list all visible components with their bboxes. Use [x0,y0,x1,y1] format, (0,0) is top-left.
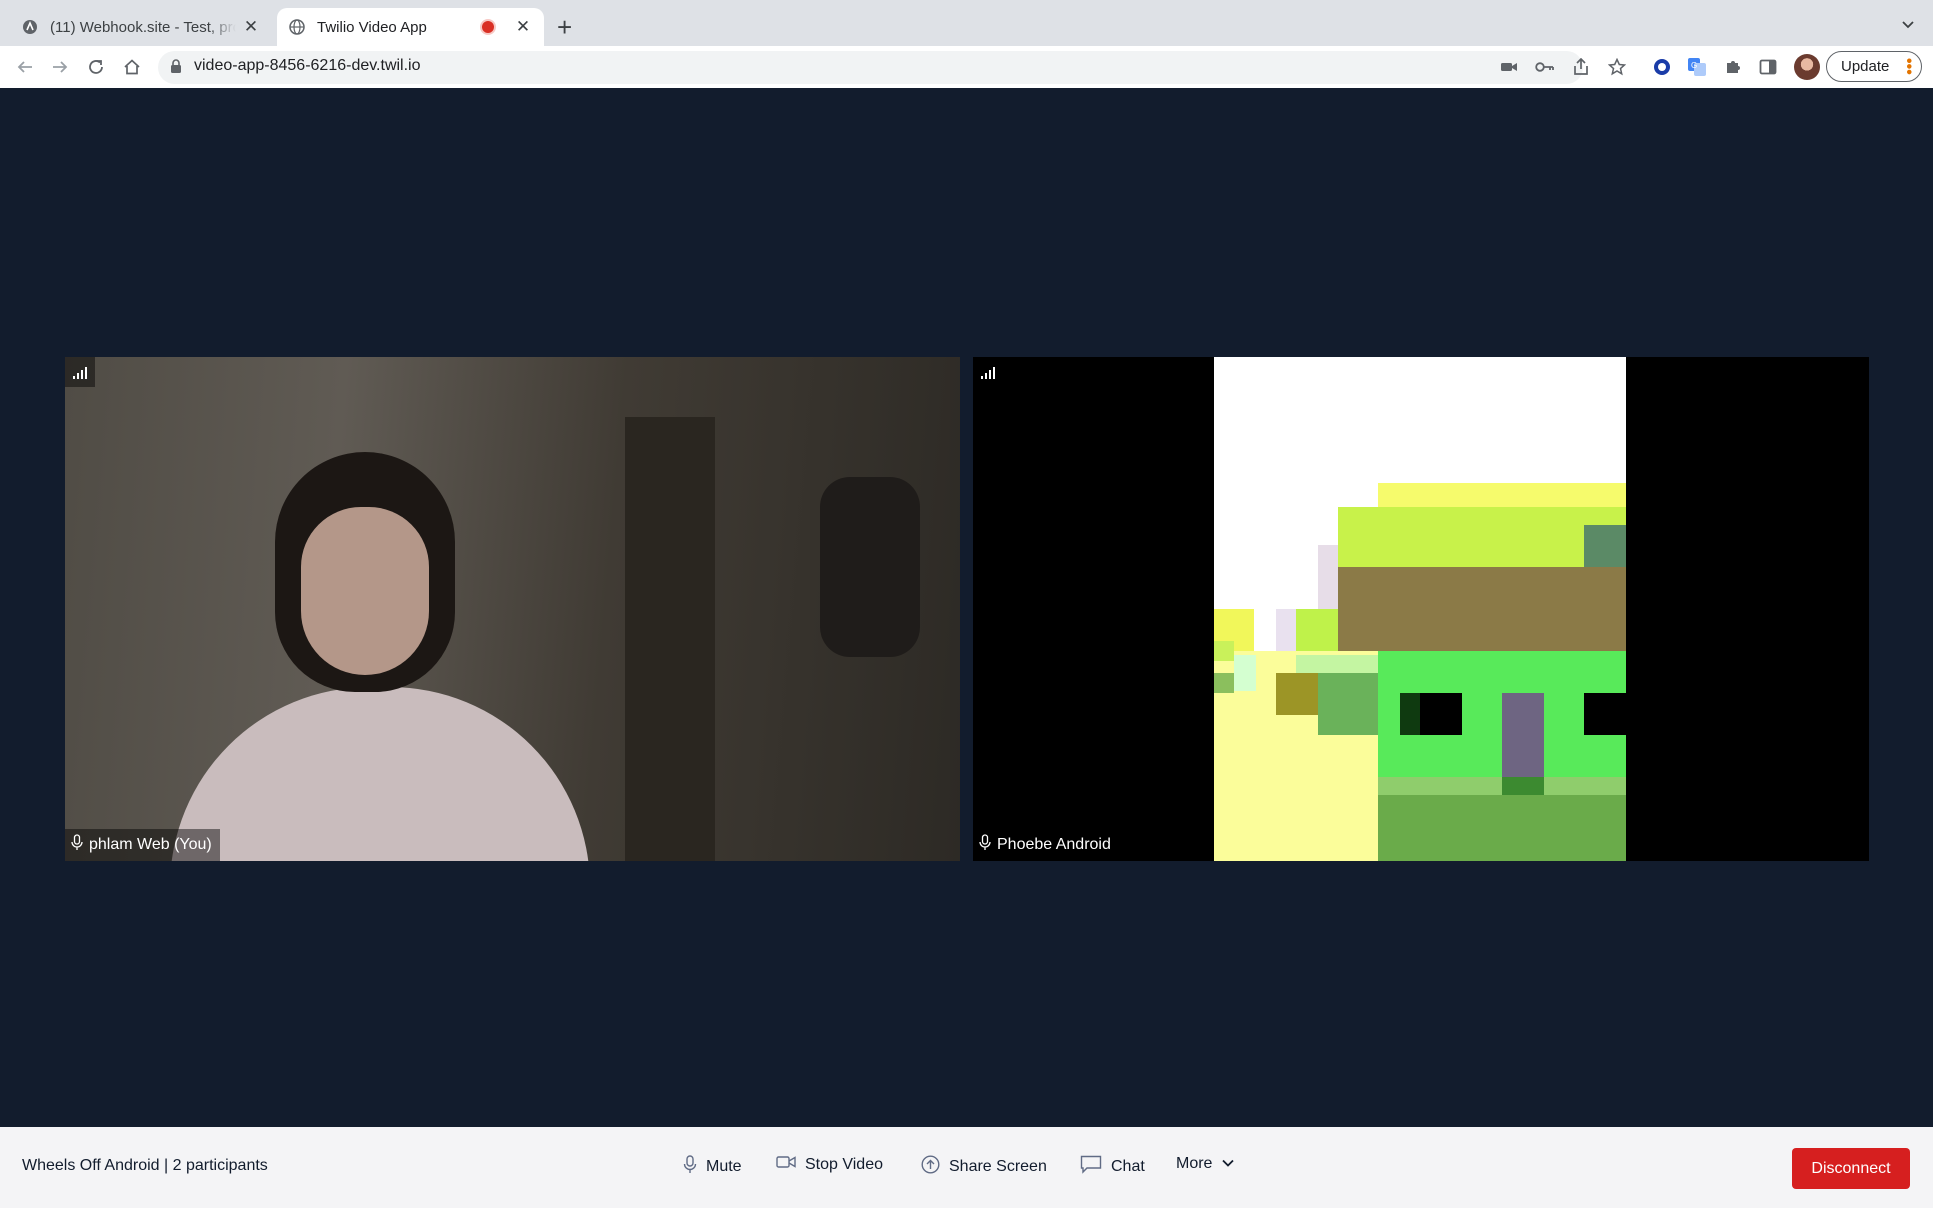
bookmark-star-icon[interactable] [1607,57,1627,77]
camera-in-use-icon[interactable] [1499,57,1519,77]
new-tab-plus-icon[interactable]: + [557,13,572,41]
microphone-icon [683,1155,697,1179]
participant-name: Phoebe Android [997,836,1111,853]
tab-title: Twilio Video App [317,18,427,36]
more-label: More [1176,1155,1213,1172]
password-key-icon[interactable] [1535,57,1555,77]
remote-video-frame [1214,357,1626,861]
stop-video-label: Stop Video [805,1155,883,1173]
browser-toolbar: video-app-8456-6216-dev.twil.io G Update… [0,46,1933,89]
tab-webhook-site[interactable]: (11) Webhook.site - Test, process and tr… [10,8,272,46]
share-screen-button[interactable]: Share Screen [921,1155,1047,1179]
chat-bubble-icon [1080,1155,1102,1179]
share-icon[interactable] [1571,57,1591,77]
video-camera-icon [776,1155,796,1174]
tab-twilio-video-app[interactable]: Twilio Video App ✕ [277,8,544,46]
tab-title: (11) Webhook.site - Test, process and tr… [50,18,236,36]
participant-tile-local[interactable]: phlam Web (You) [65,357,960,861]
chevron-down-icon [1221,1155,1235,1173]
network-quality-icon [65,357,95,387]
home-icon[interactable] [121,56,143,78]
chat-label: Chat [1111,1158,1145,1175]
reload-icon[interactable] [85,56,107,78]
profile-avatar[interactable] [1794,54,1820,80]
mute-button[interactable]: Mute [683,1155,742,1179]
participant-tile-remote[interactable]: Phoebe Android [973,357,1869,861]
participant-name-tag: Phoebe Android [973,829,1119,861]
lock-icon[interactable] [170,58,182,79]
participant-name: phlam Web (You) [89,836,212,853]
tab-close-icon[interactable]: ✕ [514,18,532,36]
share-screen-label: Share Screen [949,1158,1047,1175]
video-background-door [625,417,715,861]
chat-button[interactable]: Chat [1080,1155,1145,1179]
room-name: Wheels Off Android [22,1157,160,1174]
video-stage: phlam Web (You) Phoebe Android [0,88,1933,1127]
extension-circle-icon[interactable] [1652,57,1672,77]
tab-search-chevron-icon[interactable] [1898,14,1918,34]
webhook-favicon-icon [22,19,38,35]
extensions-puzzle-icon[interactable] [1723,57,1743,77]
participant-count: 2 participants [172,1157,268,1174]
microphone-icon [71,834,83,856]
video-person-face [301,507,429,675]
recording-indicator-icon [482,21,494,33]
network-quality-icon [973,357,1003,387]
share-screen-icon [921,1155,940,1179]
stop-video-button[interactable]: Stop Video [776,1155,883,1174]
side-panel-icon[interactable] [1758,57,1778,77]
mute-label: Mute [706,1158,742,1175]
update-button[interactable]: Update ••• [1826,51,1922,82]
back-arrow-icon[interactable] [14,56,36,78]
translate-extension-icon[interactable]: G [1687,57,1707,77]
video-background-coats [820,477,920,657]
participant-name-tag: phlam Web (You) [65,829,220,861]
video-person-body [170,687,590,861]
browser-tab-strip: (11) Webhook.site - Test, process and tr… [0,0,1933,46]
forward-arrow-icon[interactable] [49,56,71,78]
svg-text:G: G [1691,61,1697,70]
tab-close-icon[interactable]: ✕ [242,18,260,36]
more-button[interactable]: More [1176,1155,1235,1173]
menu-dots-icon: ••• [1900,58,1917,75]
microphone-icon [979,834,991,856]
update-label: Update [1841,58,1890,75]
disconnect-button[interactable]: Disconnect [1792,1148,1910,1189]
room-info: Wheels Off Android | 2 participants [22,1157,268,1175]
room-separator: | [164,1157,169,1174]
globe-icon [289,19,305,35]
menu-bar: Wheels Off Android | 2 participants Mute… [0,1127,1933,1208]
url-text[interactable]: video-app-8456-6216-dev.twil.io [194,57,421,75]
